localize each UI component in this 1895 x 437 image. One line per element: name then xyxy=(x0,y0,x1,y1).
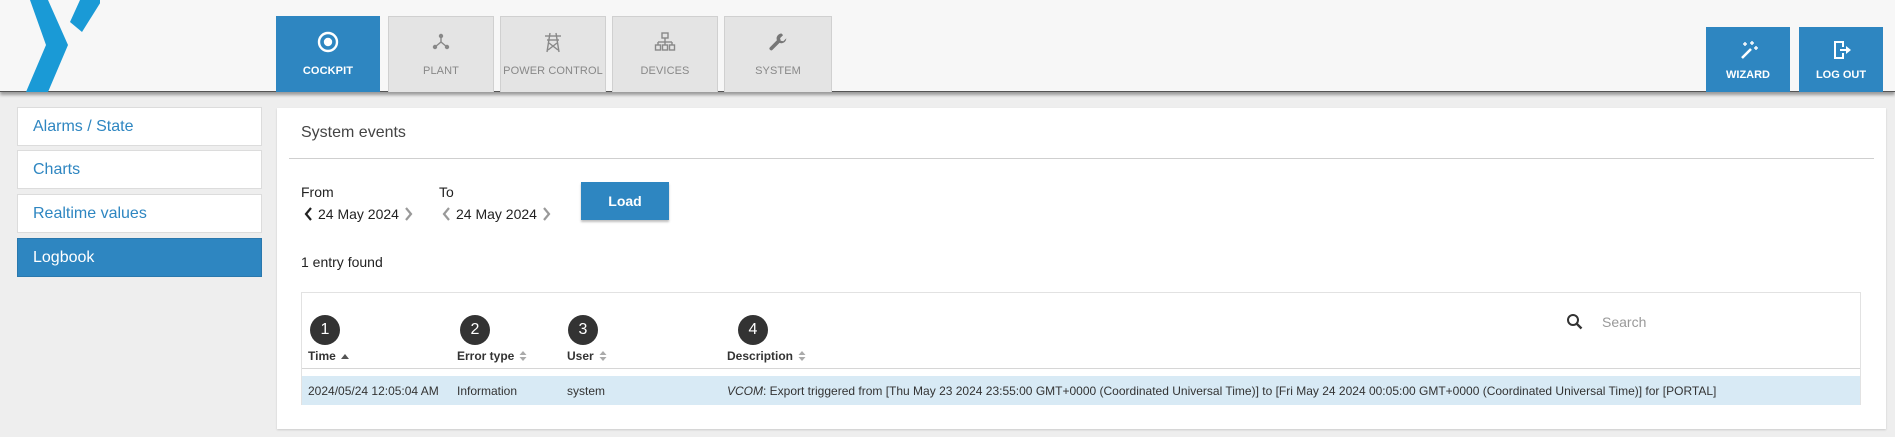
wizard-button[interactable]: WIZARD xyxy=(1706,27,1790,92)
sort-icon xyxy=(599,350,607,362)
logout-label: LOG OUT xyxy=(1815,69,1867,81)
description-source: VCOM xyxy=(727,384,763,398)
logout-button[interactable]: LOG OUT xyxy=(1799,27,1883,92)
chevron-left-icon[interactable] xyxy=(439,205,453,223)
cell-error-type: Information xyxy=(457,384,518,398)
chevron-right-icon[interactable] xyxy=(402,205,416,223)
tab-label: POWER CONTROL xyxy=(503,65,603,77)
logbook-table: 1 2 3 4 Time Error type User Description xyxy=(301,292,1861,405)
sidebar-item-label: Realtime values xyxy=(33,205,147,222)
brand-logo[interactable] xyxy=(10,0,102,92)
search-input[interactable] xyxy=(1602,311,1842,333)
description-text: : Export triggered from [Thu May 23 2024… xyxy=(763,384,1717,398)
column-header-description[interactable]: Description xyxy=(727,349,806,363)
column-label: Error type xyxy=(457,349,515,363)
wizard-label: WIZARD xyxy=(1726,69,1770,81)
column-label: Time xyxy=(308,349,336,363)
sort-icon xyxy=(519,350,527,362)
column-header-time[interactable]: Time xyxy=(308,349,349,363)
divider xyxy=(289,158,1874,159)
sidebar-item-label: Alarms / State xyxy=(33,118,134,135)
hierarchy-icon xyxy=(613,31,717,57)
power-tower-icon xyxy=(501,31,605,57)
column-label: Description xyxy=(727,349,794,363)
search-icon xyxy=(1566,313,1584,331)
sort-icon xyxy=(798,350,806,362)
wrench-icon xyxy=(725,31,831,57)
target-icon xyxy=(277,31,379,57)
to-date-value[interactable]: 24 May 2024 xyxy=(456,206,537,222)
callout-badge: 3 xyxy=(568,315,598,345)
tab-label: COCKPIT xyxy=(302,65,354,77)
callout-badge: 1 xyxy=(310,315,340,345)
cell-description: VCOM: Export triggered from [Thu May 23 … xyxy=(727,384,1716,398)
page-title: System events xyxy=(301,124,406,141)
to-date-picker: 24 May 2024 xyxy=(439,204,554,224)
tab-cockpit[interactable]: COCKPIT xyxy=(276,16,380,92)
tab-label: SYSTEM xyxy=(755,65,801,77)
entry-count: 1 entry found xyxy=(301,254,383,270)
sidebar-item-alarms-state[interactable]: Alarms / State xyxy=(17,107,262,146)
chevron-left-icon[interactable] xyxy=(301,205,315,223)
from-date-picker: 24 May 2024 xyxy=(301,204,416,224)
system-events-panel: System events From 24 May 2024 To 24 May… xyxy=(277,108,1886,429)
load-button[interactable]: Load xyxy=(581,182,669,220)
sidebar-item-label: Logbook xyxy=(33,249,95,266)
sort-asc-icon xyxy=(340,350,349,362)
callout-badge: 2 xyxy=(460,315,490,345)
sidebar-item-charts[interactable]: Charts xyxy=(17,150,262,189)
callout-badge: 4 xyxy=(738,315,768,345)
sidebar-item-logbook[interactable]: Logbook xyxy=(17,238,262,277)
top-header: COCKPIT PLANT POWER CONTROL DEVICES SYST… xyxy=(0,0,1895,92)
logout-icon xyxy=(1799,39,1883,63)
sidebar-item-label: Charts xyxy=(33,161,81,178)
search-box xyxy=(1566,311,1856,333)
magic-wand-icon xyxy=(1706,39,1790,63)
tab-system[interactable]: SYSTEM xyxy=(724,16,832,92)
sidebar-item-realtime-values[interactable]: Realtime values xyxy=(17,194,262,233)
tab-plant[interactable]: PLANT xyxy=(388,16,494,92)
column-header-error-type[interactable]: Error type xyxy=(457,349,527,363)
chevron-right-icon[interactable] xyxy=(540,205,554,223)
column-label: User xyxy=(567,349,594,363)
to-label: To xyxy=(439,184,454,200)
cell-user: system xyxy=(567,384,606,398)
from-label: From xyxy=(301,184,334,200)
tab-label: DEVICES xyxy=(640,65,690,77)
tab-devices[interactable]: DEVICES xyxy=(612,16,718,92)
network-icon xyxy=(389,31,493,57)
tab-label: PLANT xyxy=(423,65,459,77)
table-row[interactable]: 2024/05/24 12:05:04 AM Information syste… xyxy=(302,376,1860,405)
from-date-value[interactable]: 24 May 2024 xyxy=(318,206,399,222)
cell-time: 2024/05/24 12:05:04 AM xyxy=(308,384,439,398)
header-divider xyxy=(302,368,1860,369)
tab-power-control[interactable]: POWER CONTROL xyxy=(500,16,606,92)
column-header-user[interactable]: User xyxy=(567,349,607,363)
